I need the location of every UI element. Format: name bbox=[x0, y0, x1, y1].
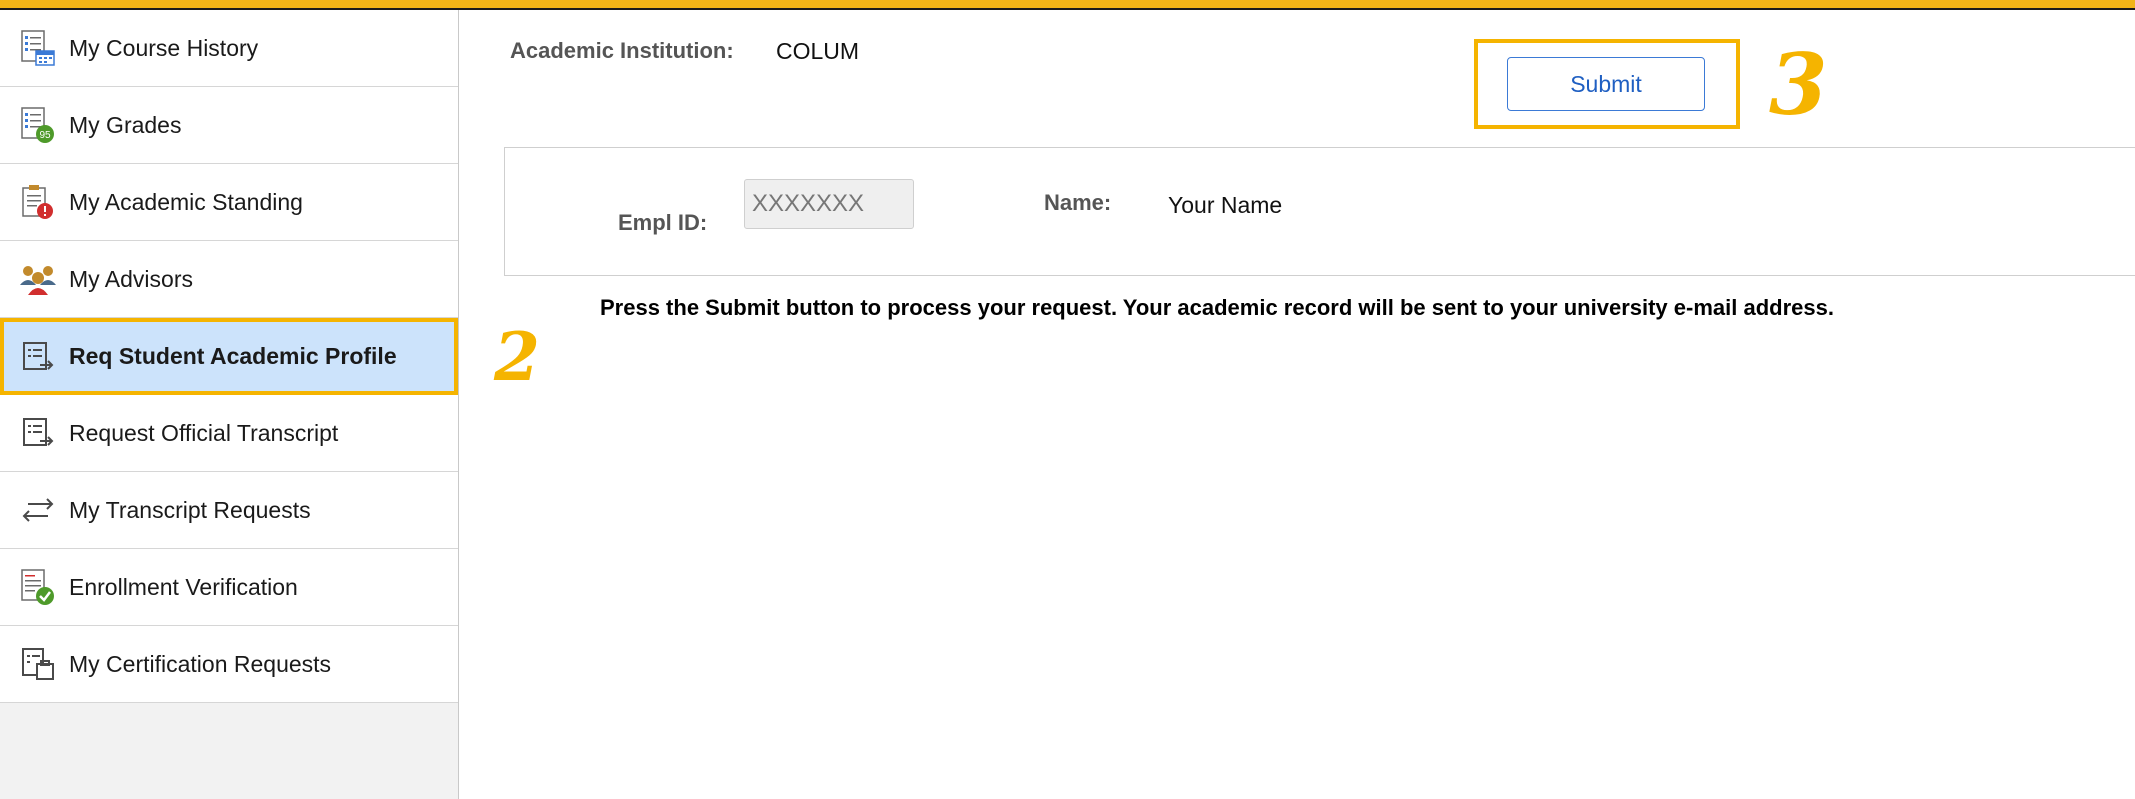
sidebar-item-advisors[interactable]: My Advisors bbox=[0, 241, 458, 318]
sidebar-item-label: My Certification Requests bbox=[69, 650, 332, 677]
sidebar-item-label: My Advisors bbox=[69, 265, 193, 292]
sidebar: My Course History 95 My Grades My Academ… bbox=[0, 10, 459, 799]
academic-standing-icon bbox=[18, 182, 58, 222]
sidebar-item-label: My Transcript Requests bbox=[69, 496, 311, 523]
sidebar-item-certification-requests[interactable]: My Certification Requests bbox=[0, 626, 458, 703]
course-history-icon bbox=[18, 28, 58, 68]
sidebar-item-label: Req Student Academic Profile bbox=[69, 343, 397, 369]
request-document-icon bbox=[18, 413, 58, 453]
verification-check-icon bbox=[18, 567, 58, 607]
sidebar-item-enrollment-verification[interactable]: Enrollment Verification bbox=[0, 549, 458, 626]
top-accent-bar bbox=[0, 0, 2135, 10]
institution-label: Academic Institution: bbox=[510, 38, 734, 63]
main-content: Academic Institution: COLUM Submit 3 Emp… bbox=[460, 10, 2135, 799]
sidebar-item-label: Enrollment Verification bbox=[69, 573, 298, 600]
step-3-callout: 3 bbox=[1769, 35, 1828, 134]
empl-id-field[interactable] bbox=[744, 179, 914, 229]
sidebar-nav: My Course History 95 My Grades My Academ… bbox=[0, 10, 458, 703]
sidebar-item-label: My Course History bbox=[69, 34, 259, 61]
advisors-icon bbox=[18, 259, 58, 299]
name-label: Name: bbox=[1044, 190, 1112, 215]
sidebar-item-label: My Academic Standing bbox=[69, 188, 303, 215]
instructions-text: Press the Submit button to process your … bbox=[600, 295, 1834, 320]
certification-request-icon bbox=[18, 644, 58, 684]
svg-text:95: 95 bbox=[39, 130, 51, 141]
sidebar-item-course-history[interactable]: My Course History bbox=[0, 10, 458, 87]
sidebar-item-academic-standing[interactable]: My Academic Standing bbox=[0, 164, 458, 241]
sidebar-item-request-official-transcript[interactable]: Request Official Transcript bbox=[0, 395, 458, 472]
sidebar-item-label: My Grades bbox=[69, 111, 182, 138]
transfer-arrows-icon bbox=[18, 490, 58, 530]
submit-button[interactable]: Submit bbox=[1507, 57, 1705, 111]
sidebar-item-label: Request Official Transcript bbox=[69, 419, 339, 446]
request-document-icon bbox=[18, 337, 58, 377]
sidebar-item-req-student-academic-profile[interactable]: Req Student Academic Profile bbox=[0, 318, 458, 395]
sidebar-item-grades[interactable]: 95 My Grades bbox=[0, 87, 458, 164]
empl-id-label: Empl ID: bbox=[618, 210, 708, 235]
sidebar-item-transcript-requests[interactable]: My Transcript Requests bbox=[0, 472, 458, 549]
institution-value: COLUM bbox=[776, 38, 860, 64]
grades-icon: 95 bbox=[18, 105, 58, 145]
name-value: Your Name bbox=[1168, 192, 1283, 218]
